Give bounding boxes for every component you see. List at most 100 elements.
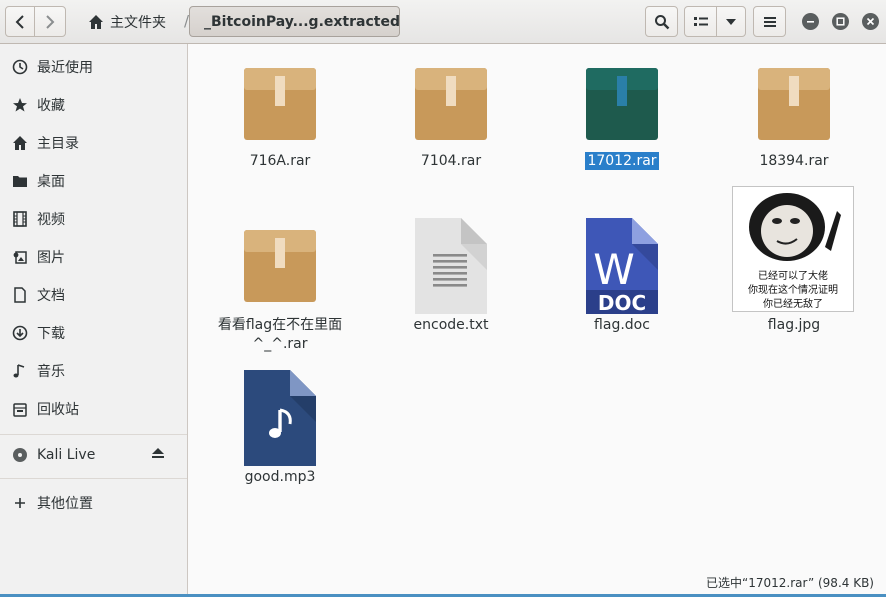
sidebar-item-label: 其他位置	[37, 496, 93, 512]
home-icon	[89, 14, 103, 29]
document-icon	[11, 286, 29, 304]
sidebar-separator	[0, 434, 187, 435]
maximize-icon	[836, 17, 845, 26]
svg-text:已经可以了大佬: 已经可以了大佬	[758, 269, 828, 282]
sidebar-item-label: 主目录	[37, 136, 79, 152]
breadcrumb-home[interactable]: 主文件夹	[82, 6, 172, 37]
file-name: encode.txt	[413, 317, 489, 333]
sidebar-item-starred[interactable]: 收藏	[0, 90, 187, 120]
sidebar-item-label: 收藏	[37, 98, 65, 114]
svg-text:你已经无敌了: 你已经无敌了	[763, 297, 823, 310]
file-name: 7104.rar	[420, 153, 482, 169]
file-item[interactable]: 已经可以了大佬 你现在这个情况证明 你已经无敌了 flag.jpg	[719, 184, 869, 344]
sidebar-item-recent[interactable]: 最近使用	[0, 52, 187, 82]
sidebar-item-other-locations[interactable]: 其他位置	[0, 488, 187, 518]
chevron-left-icon	[15, 14, 24, 29]
maximize-button[interactable]	[832, 13, 849, 30]
file-item[interactable]: encode.txt	[376, 204, 526, 344]
word-badge-text: DOC	[598, 291, 646, 314]
film-icon	[11, 210, 29, 228]
sidebar-item-label: 图片	[37, 250, 65, 266]
chevron-right-icon	[46, 14, 55, 29]
clock-icon	[11, 58, 29, 76]
status-bar: 已选中“17012.rar” (98.4 KB)	[706, 576, 874, 590]
sidebar-item-label: 最近使用	[37, 60, 93, 76]
music-icon	[11, 362, 29, 380]
hamburger-menu-icon	[763, 16, 776, 27]
file-item[interactable]: 看看flag在不在里面 ^_^.rar	[205, 204, 355, 354]
sidebar-item-home[interactable]: 主目录	[0, 128, 187, 158]
sidebar-item-downloads[interactable]: 下载	[0, 318, 187, 348]
file-name: 18394.rar	[759, 153, 829, 169]
sidebar-item-trash[interactable]: 回收站	[0, 394, 187, 424]
sidebar-item-label: 视频	[37, 212, 65, 228]
disc-icon	[11, 446, 29, 464]
sidebar-item-label: 下载	[37, 326, 65, 342]
file-name: good.mp3	[244, 469, 316, 485]
word-document-icon: W DOC	[586, 218, 658, 314]
sidebar-separator	[0, 478, 187, 479]
sidebar-item-kali-live[interactable]: Kali Live	[0, 440, 187, 470]
sidebar-item-videos[interactable]: 视频	[0, 204, 187, 234]
home-icon	[11, 134, 29, 152]
text-file-icon	[415, 218, 487, 314]
search-icon	[654, 14, 669, 29]
audio-file-icon	[244, 370, 316, 466]
header-bar: 主文件夹 / _BitcoinPay...g.extracted	[0, 0, 886, 44]
file-item[interactable]: 716A.rar	[205, 44, 355, 184]
svg-text:你现在这个情况证明: 你现在这个情况证明	[748, 283, 838, 296]
file-item[interactable]: W DOC flag.doc	[547, 204, 697, 344]
list-view-icon	[693, 16, 708, 26]
selected-file-label: 17012.rar	[585, 152, 659, 170]
file-name: 17012.rar	[547, 152, 697, 171]
archive-icon	[415, 68, 487, 140]
file-name-line-1: 看看flag在不在里面	[217, 317, 343, 333]
back-button[interactable]	[5, 6, 35, 37]
chevron-down-icon	[726, 18, 736, 25]
breadcrumb-home-label: 主文件夹	[110, 14, 166, 31]
sidebar-item-music[interactable]: 音乐	[0, 356, 187, 386]
close-button[interactable]	[862, 13, 879, 30]
archive-icon	[758, 68, 830, 140]
archive-icon	[244, 230, 316, 302]
file-name-line-2: ^_^.rar	[252, 336, 308, 352]
trash-icon	[11, 400, 29, 418]
sidebar-item-label: 文档	[37, 288, 65, 304]
archive-icon	[586, 68, 658, 140]
file-grid: 716A.rar 7104.rar 17012.rar 18394.rar 看看…	[188, 44, 886, 597]
image-thumbnail: 已经可以了大佬 你现在这个情况证明 你已经无敌了	[732, 186, 854, 312]
folder-icon	[11, 172, 29, 190]
view-options-button[interactable]	[716, 6, 746, 37]
sidebar-item-label: 回收站	[37, 402, 79, 418]
sidebar: 最近使用 收藏 主目录 桌面 视频 图片 文档 下载 音乐 回收站 Kali L…	[0, 44, 188, 597]
breadcrumb-current-folder[interactable]: _BitcoinPay...g.extracted	[189, 6, 400, 37]
file-name: flag.doc	[594, 317, 650, 333]
sidebar-item-label: Kali Live	[37, 447, 96, 463]
file-name: flag.jpg	[767, 317, 821, 333]
sidebar-item-pictures[interactable]: 图片	[0, 242, 187, 272]
picture-icon	[11, 248, 29, 266]
file-item[interactable]: good.mp3	[205, 356, 355, 496]
file-item[interactable]: 18394.rar	[719, 44, 869, 184]
download-icon	[11, 324, 29, 342]
plus-icon	[11, 494, 29, 512]
file-manager-window: 主文件夹 / _BitcoinPay...g.extracted 最近使用 收藏…	[0, 0, 886, 597]
sidebar-item-label: 音乐	[37, 364, 65, 380]
panda-meme-image: 已经可以了大佬 你现在这个情况证明 你已经无敌了	[733, 187, 853, 311]
sidebar-item-label: 桌面	[37, 174, 65, 190]
sidebar-item-desktop[interactable]: 桌面	[0, 166, 187, 196]
file-name: 716A.rar	[249, 153, 311, 169]
current-folder-label: _BitcoinPay...g.extracted	[204, 13, 400, 30]
close-icon	[866, 17, 875, 26]
search-button[interactable]	[645, 6, 678, 37]
menu-button[interactable]	[753, 6, 786, 37]
forward-button[interactable]	[34, 6, 66, 37]
star-icon	[11, 96, 29, 114]
archive-icon	[244, 68, 316, 140]
file-item-selected[interactable]: 17012.rar	[547, 44, 697, 184]
sidebar-item-documents[interactable]: 文档	[0, 280, 187, 310]
view-mode-button[interactable]	[684, 6, 717, 37]
eject-icon[interactable]	[151, 447, 165, 463]
file-item[interactable]: 7104.rar	[376, 44, 526, 184]
minimize-button[interactable]	[802, 13, 819, 30]
